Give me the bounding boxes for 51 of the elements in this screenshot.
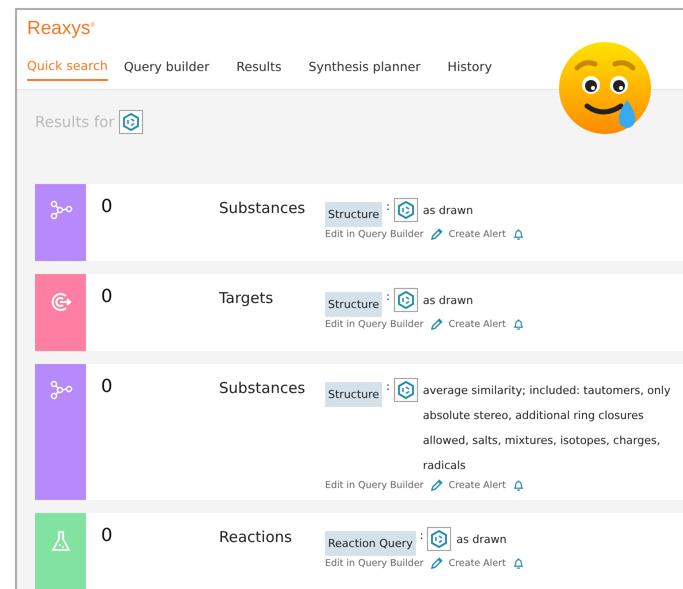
bell-icon[interactable] — [512, 557, 525, 570]
structure-icon[interactable] — [394, 288, 418, 312]
nav-tab[interactable]: Results — [236, 54, 293, 81]
structure-icon[interactable] — [394, 198, 418, 222]
nav-tab[interactable]: Query builder — [124, 54, 220, 81]
flask-icon — [48, 529, 72, 553]
target-icon — [48, 290, 72, 314]
query-type-tag: Structure — [325, 202, 382, 227]
query-type-tag: Structure — [325, 292, 382, 317]
query-type-tag: Structure — [325, 382, 382, 407]
result-count: 0 — [100, 524, 114, 548]
nav-tab[interactable]: Synthesis planner — [308, 54, 432, 81]
brand-logo[interactable]: Reaxys$^{®}$ — [27, 18, 95, 40]
pencil-icon[interactable] — [430, 479, 443, 492]
category-title: Reactions — [219, 527, 293, 548]
query-type-tag: Reaction Query — [325, 531, 416, 556]
bell-icon[interactable] — [512, 479, 525, 492]
create-alert-link[interactable]: Create Alert — [448, 319, 506, 330]
network-icon — [48, 380, 72, 400]
edit-query-link[interactable]: Edit in Query Builder — [325, 558, 424, 569]
query-description: average similarity; included: tautomers, only absolute stereo, additional ring closures allowed, salts, mixtures, isotopes, charges, radicals — [422, 383, 672, 474]
bell-icon[interactable] — [512, 228, 525, 241]
create-alert-link[interactable]: Create Alert — [448, 558, 506, 569]
edit-query-link[interactable]: Edit in Query Builder — [325, 319, 424, 330]
structure-icon[interactable] — [118, 110, 143, 134]
query-description: as drawn — [422, 203, 474, 219]
structure-icon[interactable] — [394, 378, 418, 402]
separator-colon: : — [386, 289, 390, 305]
category-title: Substances — [219, 378, 306, 399]
create-alert-link[interactable]: Create Alert — [448, 480, 506, 491]
category-title: Targets — [219, 288, 274, 309]
edit-query-link[interactable]: Edit in Query Builder — [325, 480, 424, 491]
result-count: 0 — [100, 375, 114, 399]
pencil-icon[interactable] — [430, 318, 443, 331]
bell-icon[interactable] — [512, 318, 525, 331]
pencil-icon[interactable] — [430, 557, 443, 570]
separator-colon: : — [386, 199, 390, 215]
separator-colon: : — [386, 379, 390, 395]
edit-query-link[interactable]: Edit in Query Builder — [325, 229, 424, 240]
result-count: 0 — [100, 195, 114, 219]
query-description: as drawn — [456, 532, 508, 548]
structure-icon[interactable] — [427, 527, 452, 551]
nav-tab[interactable]: History — [448, 54, 503, 81]
results-for-label: Results for — [35, 113, 115, 131]
pencil-icon[interactable] — [430, 228, 443, 241]
query-description: as drawn — [422, 293, 474, 309]
network-icon — [48, 200, 72, 220]
result-count: 0 — [100, 285, 114, 309]
create-alert-link[interactable]: Create Alert — [448, 229, 506, 240]
separator-colon: : — [420, 528, 424, 544]
category-title: Substances — [219, 198, 306, 219]
